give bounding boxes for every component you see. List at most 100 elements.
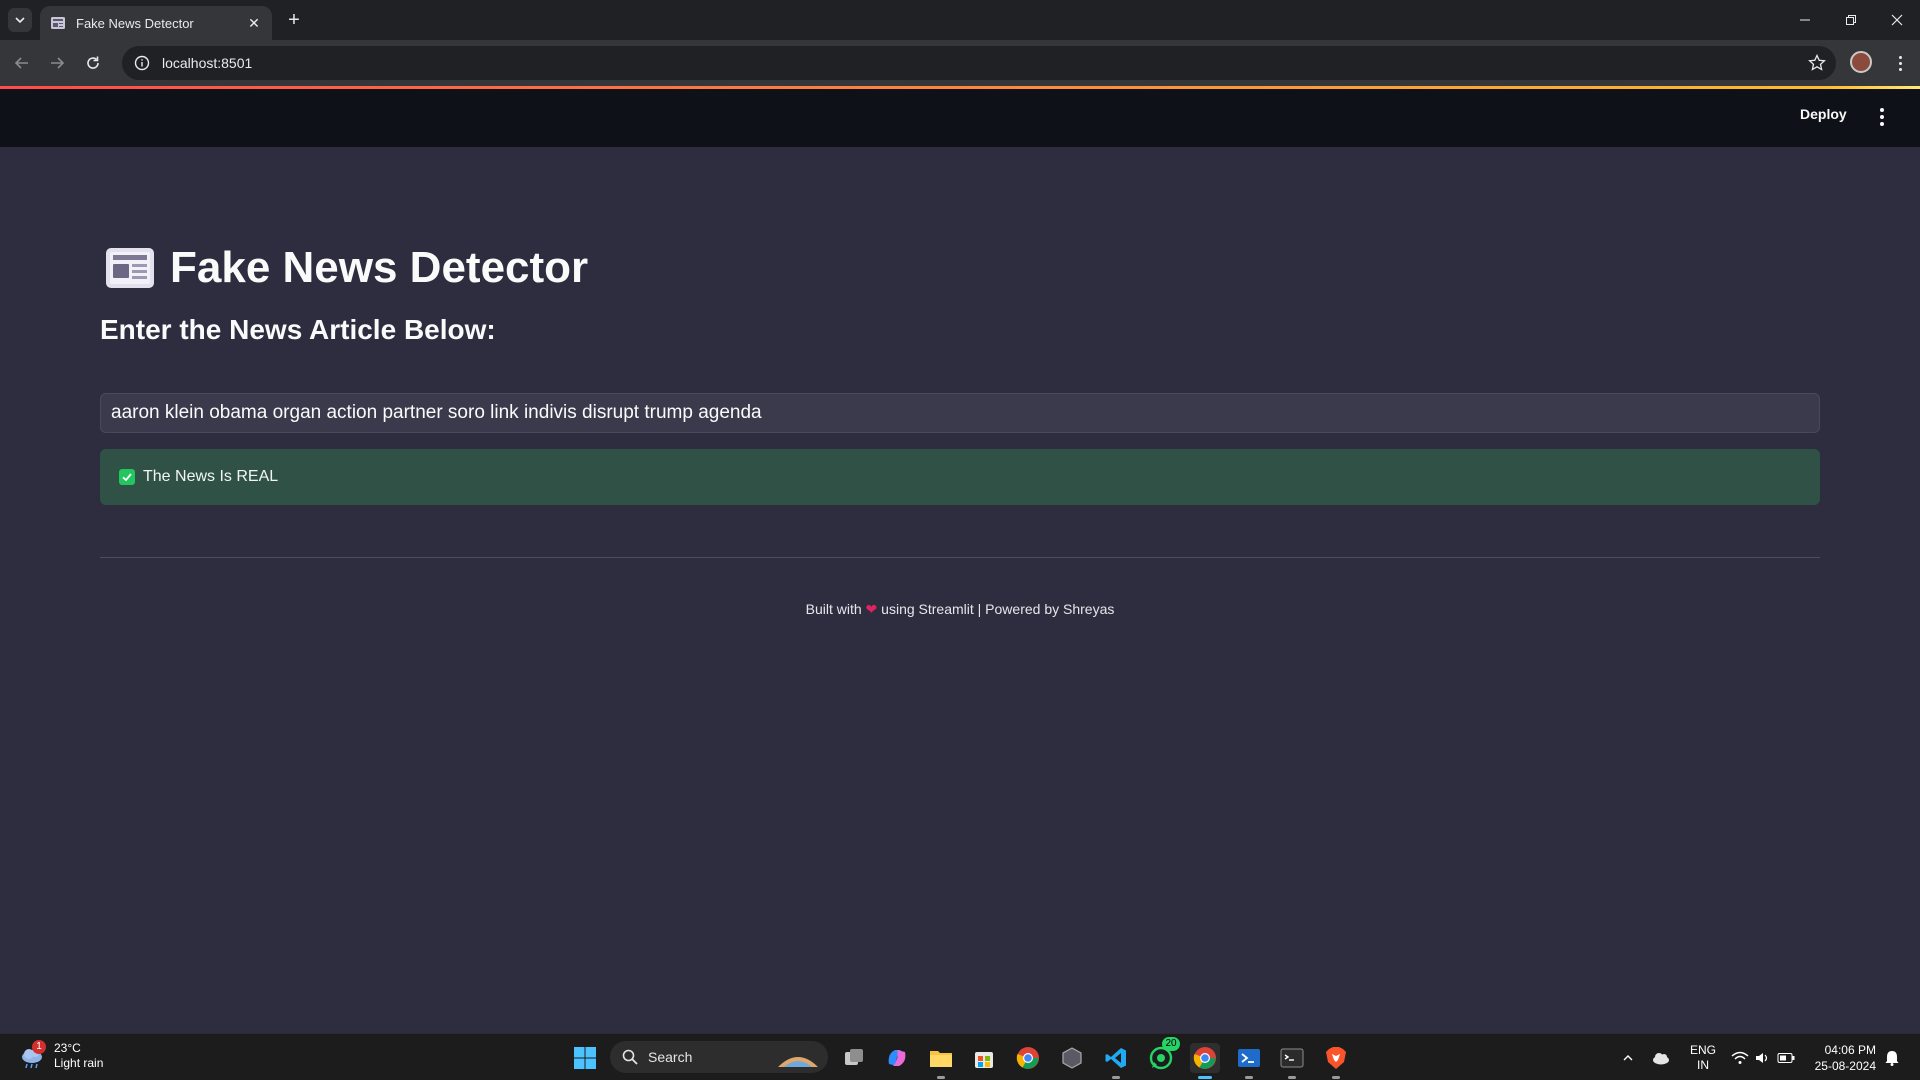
weather-badge: 1 bbox=[32, 1040, 46, 1054]
chevron-up-icon bbox=[1623, 1055, 1633, 1061]
store-button[interactable] bbox=[969, 1043, 999, 1073]
search-highlight-icon bbox=[778, 1057, 818, 1067]
profile-avatar[interactable] bbox=[1850, 51, 1872, 73]
main-menu-button[interactable] bbox=[1876, 106, 1888, 128]
url-text: localhost:8501 bbox=[162, 55, 253, 71]
powershell-icon bbox=[1238, 1049, 1260, 1067]
folder-icon bbox=[930, 1051, 952, 1067]
arrow-left-icon bbox=[14, 57, 28, 69]
browser-tabstrip: Fake News Detector ✕ + bbox=[0, 0, 1920, 40]
tab-title: Fake News Detector bbox=[76, 15, 194, 31]
vscode-icon bbox=[1105, 1048, 1126, 1068]
copilot-button[interactable] bbox=[882, 1043, 912, 1073]
speaker-icon bbox=[1756, 1053, 1768, 1063]
start-button[interactable] bbox=[570, 1043, 600, 1073]
app-main: Fake News Detector Enter the News Articl… bbox=[0, 147, 1920, 1033]
close-icon bbox=[1891, 14, 1903, 26]
task-view-button[interactable] bbox=[839, 1043, 869, 1073]
forward-button[interactable] bbox=[43, 49, 71, 77]
deploy-button[interactable]: Deploy bbox=[1800, 106, 1847, 122]
vscode-button[interactable] bbox=[1101, 1043, 1131, 1079]
battery-icon bbox=[1777, 1053, 1795, 1063]
copilot-icon bbox=[888, 1050, 906, 1066]
running-indicator bbox=[1288, 1076, 1296, 1079]
notifications-button[interactable] bbox=[1880, 1043, 1904, 1073]
search-label: Search bbox=[648, 1049, 693, 1065]
chevron-down-icon bbox=[15, 17, 25, 24]
reload-icon bbox=[87, 56, 99, 69]
whatsapp-button[interactable]: 20 bbox=[1146, 1037, 1180, 1073]
terminal-button[interactable] bbox=[1277, 1043, 1307, 1079]
chrome-button[interactable] bbox=[1013, 1043, 1043, 1073]
rain-cloud-icon: 1 bbox=[18, 1040, 46, 1070]
running-indicator bbox=[1112, 1076, 1120, 1079]
weather-desc: Light rain bbox=[54, 1056, 104, 1070]
footer: Built with ❤ using Streamlit | Powered b… bbox=[0, 601, 1920, 618]
chrome-active-button[interactable] bbox=[1190, 1043, 1220, 1079]
result-text: The News Is REAL bbox=[143, 468, 279, 485]
result-success-alert: The News Is REAL bbox=[100, 449, 1820, 505]
search-icon bbox=[622, 1049, 638, 1065]
news-article-input[interactable]: aaron klein obama organ action partner s… bbox=[100, 393, 1820, 433]
whatsapp-badge: 20 bbox=[1162, 1037, 1180, 1051]
clock[interactable]: 04:06 PM 25-08-2024 bbox=[1810, 1042, 1876, 1074]
show-hidden-icons-button[interactable] bbox=[1618, 1043, 1638, 1073]
clock-date: 25-08-2024 bbox=[1814, 1059, 1876, 1073]
store-icon bbox=[975, 1052, 993, 1068]
task-view-icon bbox=[845, 1049, 863, 1065]
powershell-button[interactable] bbox=[1234, 1043, 1264, 1079]
lang-bottom: IN bbox=[1697, 1058, 1709, 1072]
clock-time: 04:06 PM bbox=[1824, 1043, 1876, 1057]
app-button[interactable] bbox=[1057, 1043, 1087, 1073]
tab-close-icon[interactable]: ✕ bbox=[246, 15, 262, 32]
section-subheader: Enter the News Article Below: bbox=[100, 314, 496, 345]
chrome-icon bbox=[1016, 1047, 1039, 1069]
check-mark-icon bbox=[119, 469, 135, 485]
bell-icon bbox=[1885, 1051, 1899, 1066]
browser-menu-button[interactable] bbox=[1890, 51, 1910, 75]
taskbar-search[interactable]: Search bbox=[610, 1041, 828, 1073]
running-indicator bbox=[1245, 1076, 1253, 1079]
heart-icon: ❤ bbox=[865, 601, 878, 617]
divider bbox=[100, 557, 1820, 558]
new-tab-button[interactable]: + bbox=[282, 8, 306, 32]
running-indicator bbox=[937, 1076, 945, 1079]
minimize-icon bbox=[1800, 19, 1810, 21]
taskbar: 1 23°C Light rain Search 20 ENG IN 04:06… bbox=[0, 1033, 1920, 1080]
tab-search-button[interactable] bbox=[8, 8, 32, 32]
footer-text-after: using Streamlit | Powered by Shreyas bbox=[881, 601, 1115, 617]
windows-logo-icon bbox=[574, 1047, 596, 1069]
browser-tab[interactable]: Fake News Detector ✕ bbox=[40, 6, 272, 40]
weather-widget[interactable]: 1 23°C Light rain bbox=[18, 1040, 104, 1071]
lang-top: ENG bbox=[1690, 1043, 1717, 1057]
title-row: Fake News Detector bbox=[104, 243, 588, 293]
weather-temp: 23°C bbox=[54, 1041, 81, 1055]
page-title: Fake News Detector bbox=[170, 243, 589, 292]
minimize-button[interactable] bbox=[1782, 0, 1828, 40]
quick-settings-button[interactable] bbox=[1728, 1043, 1798, 1073]
language-indicator[interactable]: ENG IN bbox=[1690, 1043, 1716, 1073]
restore-button[interactable] bbox=[1828, 0, 1874, 40]
arrow-right-icon bbox=[51, 57, 65, 69]
restore-icon bbox=[1846, 15, 1856, 25]
wifi-icon bbox=[1731, 1051, 1749, 1064]
reload-button[interactable] bbox=[79, 49, 107, 77]
brave-button[interactable] bbox=[1321, 1043, 1351, 1079]
running-indicator bbox=[1332, 1076, 1340, 1079]
file-explorer-button[interactable] bbox=[926, 1043, 956, 1079]
newspaper-icon bbox=[106, 248, 154, 288]
streamlit-header: Deploy bbox=[0, 89, 1920, 147]
address-bar[interactable]: localhost:8501 bbox=[122, 46, 1836, 80]
chrome-profile-icon bbox=[1193, 1047, 1216, 1069]
footer-text-before: Built with bbox=[805, 601, 862, 617]
onedrive-button[interactable] bbox=[1650, 1043, 1672, 1073]
bookmark-star-icon[interactable] bbox=[1808, 54, 1826, 72]
hexagon-app-icon bbox=[1062, 1047, 1082, 1069]
back-button[interactable] bbox=[8, 49, 36, 77]
terminal-icon bbox=[1280, 1048, 1304, 1068]
browser-toolbar: localhost:8501 bbox=[0, 40, 1920, 86]
close-window-button[interactable] bbox=[1874, 0, 1920, 40]
site-info-icon[interactable] bbox=[134, 55, 150, 71]
brave-lion-icon bbox=[1326, 1047, 1346, 1069]
cloud-icon bbox=[1653, 1053, 1669, 1065]
